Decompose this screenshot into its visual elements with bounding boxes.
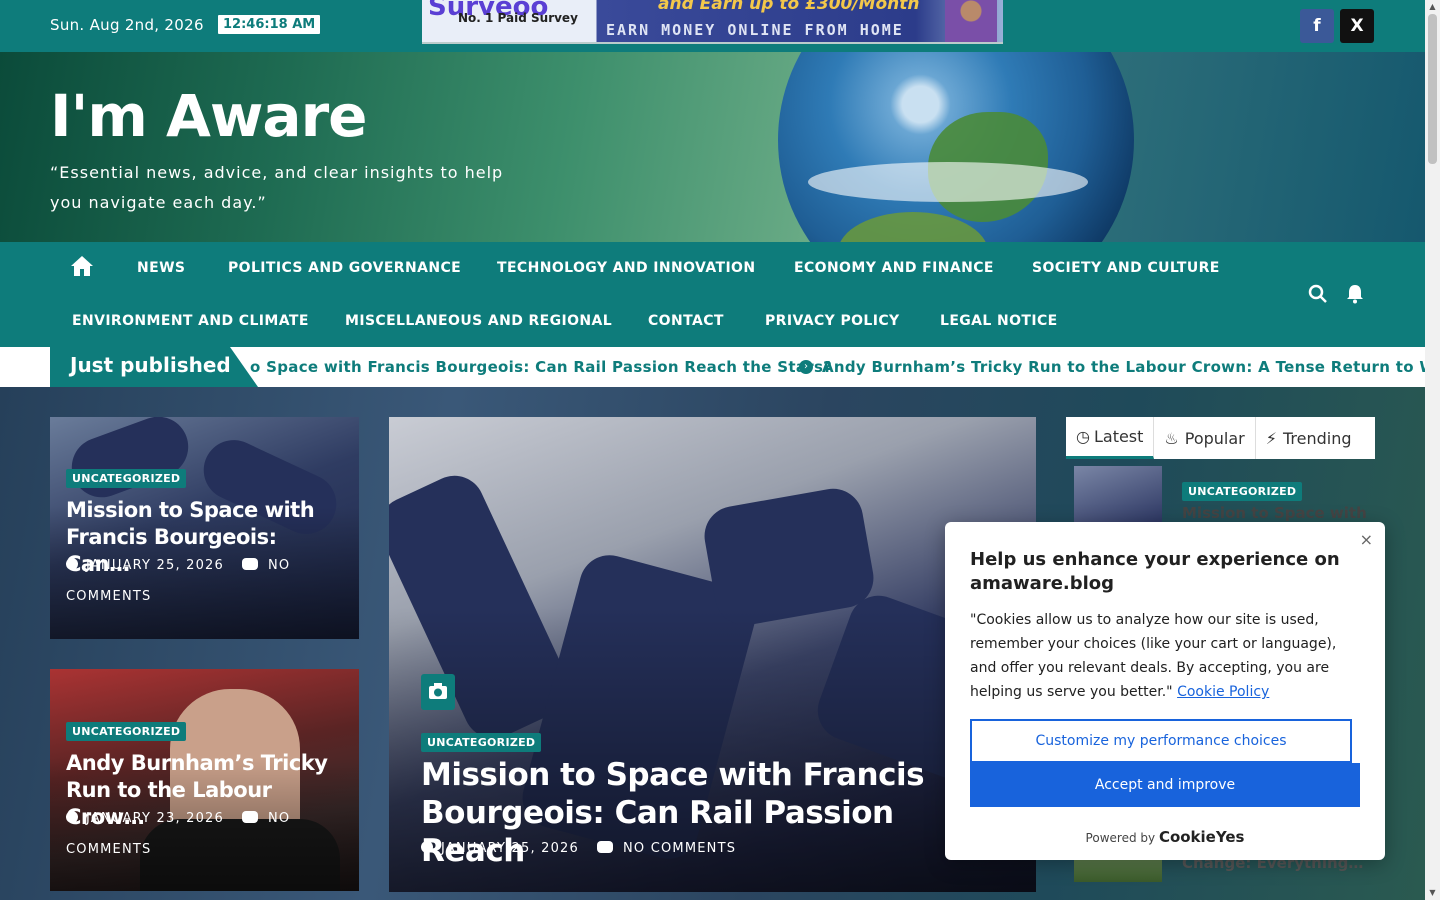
customize-button[interactable]: Customize my performance choices [970, 719, 1352, 763]
advertisement-banner[interactable]: Surveoo No. 1 Paid Survey and Earn up to… [422, 0, 1003, 44]
category-badge[interactable]: UNCATEGORIZED [421, 733, 542, 752]
site-title[interactable]: I'm Aware [50, 82, 368, 150]
ad-tagline: EARN MONEY ONLINE FROM HOME [606, 21, 904, 39]
ad-subtitle: No. 1 Paid Survey [458, 11, 578, 25]
nav-economy[interactable]: ECONOMY AND FINANCE [794, 260, 994, 276]
nav-legal[interactable]: LEGAL NOTICE [940, 313, 1058, 329]
comments-icon [242, 558, 258, 570]
cookieyes-logo[interactable]: CookieYes [1159, 828, 1245, 846]
category-badge[interactable]: UNCATEGORIZED [66, 469, 187, 488]
ticker-label: Just published [50, 347, 258, 387]
arrow-circle-icon: › [799, 360, 813, 374]
powered-by: Powered by CookieYes [945, 828, 1385, 846]
post-comments[interactable]: NO COMMENTS [623, 841, 736, 856]
cookie-body-text: "Cookies allow us to analyze how our sit… [970, 612, 1337, 700]
post-date[interactable]: JANUARY 25, 2026 [441, 841, 579, 856]
sidebar-post-title[interactable]: Mission to Space with [1182, 504, 1367, 522]
ad-headline: and Earn up to £300/Month [658, 0, 920, 14]
powered-by-label: Powered by [1085, 831, 1156, 845]
search-icon[interactable] [1308, 284, 1328, 304]
tab-label: Popular [1184, 428, 1245, 448]
facebook-icon[interactable]: f [1300, 9, 1334, 43]
nav-environment[interactable]: ENVIRONMENT AND CLIMATE [72, 313, 309, 329]
sidebar-post-thumbnail[interactable] [1074, 466, 1162, 526]
category-badge[interactable]: UNCATEGORIZED [66, 722, 187, 741]
clock-icon: ◷ [1076, 427, 1090, 446]
bell-icon[interactable] [1346, 284, 1364, 304]
globe-image [778, 52, 1134, 242]
nav-privacy[interactable]: PRIVACY POLICY [765, 313, 900, 329]
tab-latest[interactable]: ◷ Latest [1066, 417, 1155, 459]
post-meta: JANUARY 25, 2026 NO COMMENTS [421, 833, 981, 864]
ad-person-image [945, 0, 997, 42]
home-icon[interactable] [70, 255, 94, 277]
tab-trending[interactable]: ⚡ Trending [1256, 417, 1362, 459]
main-navigation: NEWS POLITICS AND GOVERNANCE TECHNOLOGY … [0, 242, 1425, 347]
scroll-down-icon[interactable]: ▼ [1428, 888, 1437, 897]
nav-news[interactable]: NEWS [137, 260, 185, 276]
scroll-up-icon[interactable]: ▲ [1428, 2, 1437, 11]
clock-icon [66, 558, 78, 570]
ticker-item[interactable]: o Space with Francis Bourgeois: Can Rail… [250, 358, 832, 376]
camera-icon [421, 674, 455, 710]
cookie-body: "Cookies allow us to analyze how our sit… [970, 608, 1365, 704]
cookie-policy-link[interactable]: Cookie Policy [1177, 684, 1269, 700]
nav-politics[interactable]: POLITICS AND GOVERNANCE [228, 260, 461, 276]
breaking-news-ticker: Just published o Space with Francis Bour… [0, 347, 1425, 387]
ticker-item[interactable]: Andy Burnham’s Tricky Run to the Labour … [822, 358, 1425, 376]
post-date[interactable]: JANUARY 25, 2026 [86, 558, 224, 573]
tab-label: Latest [1093, 427, 1144, 446]
x-twitter-icon[interactable]: X [1340, 9, 1374, 43]
post-meta: JANUARY 25, 2026 NO COMMENTS [66, 550, 346, 612]
site-tagline: “Essential news, advice, and clear insig… [50, 163, 504, 212]
comments-icon [242, 811, 258, 823]
clock-icon [66, 811, 78, 823]
nav-society[interactable]: SOCIETY AND CULTURE [1032, 260, 1220, 276]
nav-technology[interactable]: TECHNOLOGY AND INNOVATION [497, 260, 755, 276]
current-date: Sun. Aug 2nd, 2026 [50, 16, 204, 34]
sidebar-tabs: ◷ Latest ♨ Popular ⚡ Trending [1066, 417, 1375, 459]
tab-label: Trending [1283, 428, 1352, 448]
comments-icon [597, 841, 613, 853]
post-date[interactable]: JANUARY 23, 2026 [86, 811, 224, 826]
clock-icon [421, 841, 433, 853]
bolt-icon: ⚡ [1265, 428, 1277, 448]
post-meta: JANUARY 23, 2026 NO COMMENTS [66, 803, 346, 865]
cookie-consent-dialog: × Help us enhance your experience on ama… [945, 522, 1385, 860]
fire-icon: ♨ [1164, 428, 1179, 448]
nav-contact[interactable]: CONTACT [648, 313, 724, 329]
tab-popular[interactable]: ♨ Popular [1154, 417, 1256, 459]
close-icon[interactable]: × [1360, 530, 1373, 549]
cookie-title: Help us enhance your experience on amawa… [970, 549, 1340, 594]
accept-button[interactable]: Accept and improve [970, 763, 1360, 807]
current-time: 12:46:18 AM [218, 15, 321, 34]
site-header: I'm Aware “Essential news, advice, and c… [0, 52, 1425, 242]
top-bar: Sun. Aug 2nd, 2026 12:46:18 AM Surveoo N… [0, 0, 1425, 52]
category-badge[interactable]: UNCATEGORIZED [1182, 482, 1303, 501]
nav-miscellaneous[interactable]: MISCELLANEOUS AND REGIONAL [345, 313, 612, 329]
scrollbar-thumb[interactable] [1428, 14, 1437, 164]
